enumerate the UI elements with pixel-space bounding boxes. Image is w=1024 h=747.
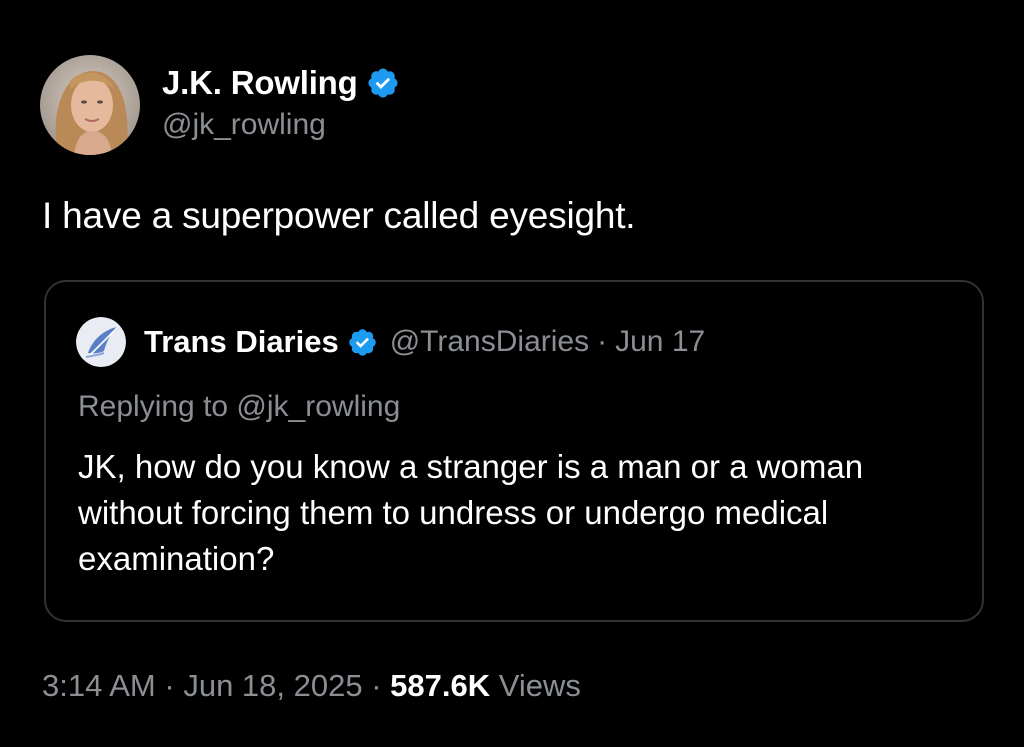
quoted-author-avatar[interactable] — [76, 317, 126, 367]
author-handle[interactable]: @jk_rowling — [162, 108, 400, 142]
verified-badge-icon[interactable] — [366, 66, 400, 100]
verified-badge-icon[interactable] — [347, 327, 378, 358]
quoted-tweet-text: JK, how do you know a stranger is a man … — [78, 448, 864, 577]
separator-dot: · — [371, 668, 382, 703]
separator-dot: · — [164, 668, 175, 703]
tweet-text: I have a superpower called eyesight. — [42, 195, 636, 236]
tweet-metadata: 3:14 AM · Jun 18, 2025 · 587.6K Views — [42, 668, 581, 704]
replying-to[interactable]: Replying to @jk_rowling — [78, 390, 400, 424]
tweet-date[interactable]: Jun 18, 2025 — [183, 668, 362, 703]
author-display-name[interactable]: J.K. Rowling — [162, 64, 358, 102]
separator-dot: · — [597, 325, 608, 358]
author-info: J.K. Rowling @jk_rowling — [162, 60, 400, 142]
quoted-tweet-header: Trans Diaries @TransDiaries · Jun 17 — [76, 317, 705, 367]
tweet[interactable]: J.K. Rowling @jk_rowling I have a superp… — [0, 0, 1024, 747]
quoted-tweet-date[interactable]: Jun 17 — [615, 325, 705, 359]
quoted-tweet[interactable]: Trans Diaries @TransDiaries · Jun 17 Rep… — [44, 280, 984, 622]
author-avatar[interactable] — [40, 55, 140, 155]
tweet-time[interactable]: 3:14 AM — [42, 668, 156, 703]
quoted-author-handle[interactable]: @TransDiaries — [390, 325, 589, 359]
views-count[interactable]: 587.6K — [390, 668, 490, 703]
views-label: Views — [498, 668, 581, 703]
author-name-row: J.K. Rowling — [162, 60, 400, 106]
quoted-author-display-name[interactable]: Trans Diaries — [144, 324, 339, 360]
